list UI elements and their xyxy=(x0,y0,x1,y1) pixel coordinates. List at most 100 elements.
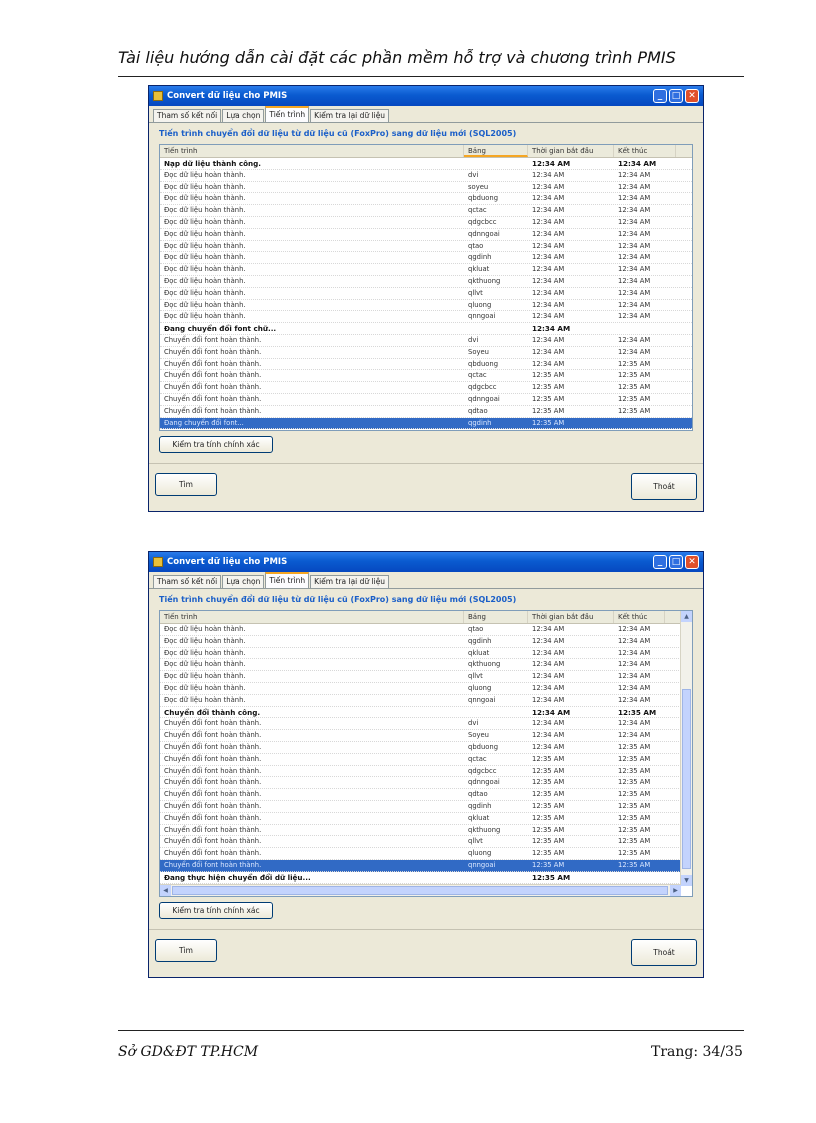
tab-verify-data[interactable]: Kiểm tra lại dữ liệu xyxy=(310,109,390,122)
list-row[interactable]: Đọc dữ liệu hoàn thành. qgdinh 12:34 AM 12:… xyxy=(160,252,692,265)
check-accuracy-button[interactable]: Kiểm tra tính chính xác xyxy=(159,436,273,453)
list-row[interactable]: Đang thực hiện chuyển đổi dữ liệu... 12:3… xyxy=(160,872,681,884)
exit-button[interactable]: Thoát xyxy=(631,473,697,500)
list-row[interactable]: Chuyển đổi font hoàn thành. dvi 12:34 AM 12… xyxy=(160,718,681,731)
list-row[interactable]: Đọc dữ liệu hoàn thành. qdnngoai 12:34 AM 1… xyxy=(160,229,692,241)
column-header-table[interactable]: Bảng xyxy=(464,611,528,623)
list-row[interactable]: Chuyển đổi font hoàn thành. qdtao 12:35 AM… xyxy=(160,789,681,801)
cell-task: Chuyển đổi font hoàn thành. xyxy=(164,731,262,740)
list-row[interactable]: Nạp dữ liệu thành công. 12:34 AM 12:34 AM xyxy=(160,158,692,170)
cell-table: qnngoai xyxy=(468,695,496,704)
cell-task: Đọc dữ liệu hoàn thành. xyxy=(164,672,246,681)
list-row[interactable]: Đọc dữ liệu hoàn thành. qnngoai 12:34 AM 12… xyxy=(160,311,692,324)
scroll-down-arrow-icon[interactable]: ▼ xyxy=(681,875,692,886)
maximize-button[interactable]: □ xyxy=(669,555,683,569)
list-row[interactable]: Đọc dữ liệu hoàn thành. qluong 12:34 AM 12:… xyxy=(160,300,692,312)
cell-table: qtao xyxy=(468,241,484,250)
find-button[interactable]: Tìm xyxy=(155,939,217,962)
list-row[interactable]: Chuyển đổi font hoàn thành. dvi 12:34 AM 12… xyxy=(160,335,692,347)
cell-end xyxy=(614,418,676,429)
progress-list[interactable]: Tiến trình Bảng Thời gian bắt đầu Kết th… xyxy=(159,610,693,897)
tab-options[interactable]: Lựa chọn xyxy=(222,109,265,122)
list-row[interactable]: Đọc dữ liệu hoàn thành. qluong 12:34 AM 12:… xyxy=(160,683,681,695)
cell-table: qbduong xyxy=(468,359,499,368)
exit-button[interactable]: Thoát xyxy=(631,939,697,966)
list-row[interactable]: Đọc dữ liệu hoàn thành. dvi 12:34 AM 12:34 … xyxy=(160,170,692,182)
tab-connection-params[interactable]: Tham số kết nối xyxy=(153,109,222,122)
list-row[interactable]: Chuyển đổi font hoàn thành. qdnngoai 12:35… xyxy=(160,777,681,790)
cell-end: 12:35 AM xyxy=(618,825,651,834)
list-row[interactable]: Chuyển đổi font hoàn thành. qgdinh 12:35 A… xyxy=(160,801,681,813)
column-header-start[interactable]: Thời gian bắt đầu xyxy=(528,611,614,623)
scroll-thumb-horizontal[interactable] xyxy=(172,886,668,895)
cell-end: 12:34 AM xyxy=(618,217,651,226)
list-row[interactable]: Chuyển đổi font hoàn thành. qctac 12:35 AM… xyxy=(160,754,681,766)
list-row[interactable]: Đọc dữ liệu hoàn thành. qtao 12:34 AM 12:34… xyxy=(160,624,681,636)
list-row[interactable]: Đọc dữ liệu hoàn thành. qctac 12:34 AM 12:3… xyxy=(160,205,692,217)
list-row[interactable]: Chuyển đổi font hoàn thành. qdgcbcc 12:35 … xyxy=(160,766,681,778)
list-row[interactable]: Chuyển đổi thành công. 12:34 AM 12:35 AM xyxy=(160,707,681,719)
list-row[interactable]: Đọc dữ liệu hoàn thành. qnngoai 12:34 AM 12… xyxy=(160,695,681,707)
list-row[interactable]: Chuyển đổi font hoàn thành. qbduong 12:34 … xyxy=(160,359,692,371)
title-bar[interactable]: Convert dữ liệu cho PMIS _ □ ✕ xyxy=(149,552,703,572)
cell-table xyxy=(464,707,528,718)
list-row[interactable]: Chuyển đổi font hoàn thành. qkluat 12:35 A… xyxy=(160,813,681,825)
list-row[interactable]: Chuyển đổi font hoàn thành. qbduong 12:34 … xyxy=(160,742,681,754)
vertical-scrollbar[interactable]: ▲ ▼ xyxy=(680,611,692,886)
list-row[interactable]: Chuyển đổi font hoàn thành. qdnngoai 12:35… xyxy=(160,394,692,406)
list-row[interactable]: Đọc dữ liệu hoàn thành. soyeu 12:34 AM 12:3… xyxy=(160,182,692,194)
scroll-left-arrow-icon[interactable]: ◀ xyxy=(160,885,171,896)
progress-list[interactable]: Tiến trình Bảng Thời gian bắt đầu Kết th… xyxy=(159,144,693,431)
list-row[interactable]: Đang chuyển đổi font... qgdinh 12:35 AM xyxy=(160,417,692,430)
tab-progress[interactable]: Tiến trình xyxy=(265,106,310,122)
list-row[interactable]: Chuyển đổi font hoàn thành. qkthuong 12:35… xyxy=(160,825,681,837)
list-row[interactable]: Chuyển đổi font hoàn thành. qluong 12:35 A… xyxy=(160,848,681,860)
list-row[interactable]: Đọc dữ liệu hoàn thành. qdgcbcc 12:34 AM 12… xyxy=(160,217,692,229)
list-row[interactable]: Chuyển đổi font hoàn thành. qdtao 12:35 AM… xyxy=(160,406,692,418)
list-row[interactable]: Đọc dữ liệu hoàn thành. qgdinh 12:34 AM 12:… xyxy=(160,636,681,648)
column-header-end[interactable]: Kết thúc xyxy=(614,611,665,623)
list-row[interactable]: Đọc dữ liệu hoàn thành. qkthuong 12:34 AM 1… xyxy=(160,659,681,672)
minimize-button[interactable]: _ xyxy=(653,555,667,569)
list-row[interactable]: Đọc dữ liệu hoàn thành. qkthuong 12:34 AM 1… xyxy=(160,276,692,288)
list-row[interactable]: Đọc dữ liệu hoàn thành. qbduong 12:34 AM 12… xyxy=(160,193,692,206)
minimize-button[interactable]: _ xyxy=(653,89,667,103)
scroll-up-arrow-icon[interactable]: ▲ xyxy=(681,611,692,622)
close-button[interactable]: ✕ xyxy=(685,555,699,569)
cell-end: 12:35 AM xyxy=(618,742,651,751)
list-row[interactable]: Chuyển đổi font hoàn thành. Soyeu 12:34 AM… xyxy=(160,347,692,359)
list-row[interactable]: Đọc dữ liệu hoàn thành. qkluat 12:34 AM 12:… xyxy=(160,648,681,660)
scroll-thumb[interactable] xyxy=(682,689,691,869)
check-accuracy-button[interactable]: Kiểm tra tính chính xác xyxy=(159,902,273,919)
column-header-end[interactable]: Kết thúc xyxy=(614,145,676,157)
list-row[interactable]: Đang chuyển đổi font chữ... 12:34 AM xyxy=(160,323,692,335)
column-header-task[interactable]: Tiến trình xyxy=(160,145,464,157)
column-header-table[interactable]: Bảng xyxy=(464,145,528,157)
cell-table: qluong xyxy=(468,849,492,858)
list-row[interactable]: Chuyển đổi font hoàn thành. qctac 12:35 AM… xyxy=(160,370,692,383)
find-button[interactable]: Tìm xyxy=(155,473,217,496)
list-row[interactable]: Đọc dữ liệu hoàn thành. qkluat 12:34 AM 12:… xyxy=(160,264,692,276)
tab-verify-data[interactable]: Kiểm tra lại dữ liệu xyxy=(310,575,390,588)
title-bar[interactable]: Convert dữ liệu cho PMIS _ □ ✕ xyxy=(149,86,703,106)
scroll-right-arrow-icon[interactable]: ▶ xyxy=(670,885,681,896)
list-row[interactable]: Chuyển đổi font hoàn thành. qnngoai 12:35 … xyxy=(160,859,681,872)
horizontal-scrollbar[interactable]: ◀ ▶ xyxy=(160,884,681,896)
tab-progress[interactable]: Tiến trình xyxy=(265,572,310,588)
list-row[interactable]: Đọc dữ liệu hoàn thành. qllvt 12:34 AM 12:3… xyxy=(160,288,692,300)
close-button[interactable]: ✕ xyxy=(685,89,699,103)
list-row[interactable]: Chuyển đổi font hoàn thành. qllvt 12:35 AM… xyxy=(160,836,681,849)
maximize-button[interactable]: □ xyxy=(669,89,683,103)
column-header-task[interactable]: Tiến trình xyxy=(160,611,464,623)
tab-options[interactable]: Lựa chọn xyxy=(222,575,265,588)
cell-task: Đọc dữ liệu hoàn thành. xyxy=(164,241,246,250)
column-header-start[interactable]: Thời gian bắt đầu xyxy=(528,145,614,157)
list-row[interactable]: Đọc dữ liệu hoàn thành. qllvt 12:34 AM 12:3… xyxy=(160,671,681,683)
cell-table: qkluat xyxy=(468,265,490,274)
list-row[interactable]: Chuyển đổi font hoàn thành. qdgcbcc 12:35 … xyxy=(160,382,692,394)
list-row[interactable]: Chuyển đổi font hoàn thành. Soyeu 12:34 AM… xyxy=(160,730,681,742)
cell-end: 12:35 AM xyxy=(618,359,651,368)
tab-connection-params[interactable]: Tham số kết nối xyxy=(153,575,222,588)
cell-table: dvi xyxy=(468,170,479,179)
list-row[interactable]: Đọc dữ liệu hoàn thành. qtao 12:34 AM 12:34… xyxy=(160,241,692,253)
